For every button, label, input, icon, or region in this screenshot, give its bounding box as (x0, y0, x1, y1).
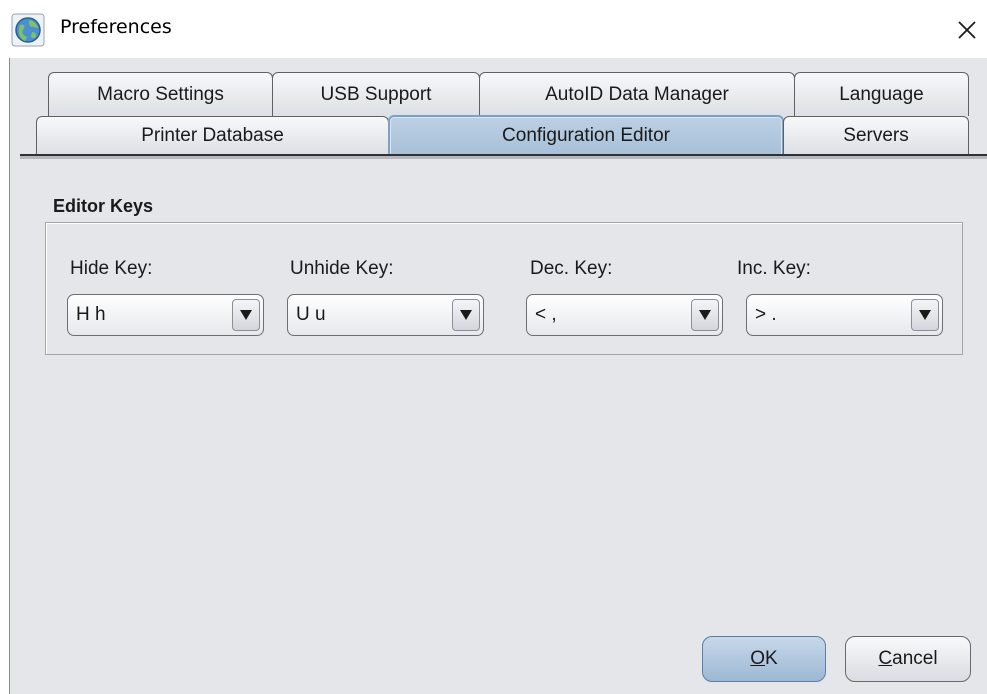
unhide-key-dropdown-button[interactable] (452, 299, 480, 331)
close-icon[interactable] (951, 12, 981, 46)
cancel-label-rest: ancel (892, 648, 938, 669)
unhide-key-combo[interactable]: U u (287, 294, 484, 336)
dec-key-combo[interactable]: < , (526, 294, 723, 336)
tab-configuration-editor[interactable]: Configuration Editor (388, 115, 784, 155)
hide-key-dropdown-button[interactable] (232, 299, 260, 331)
window-title: Preferences (60, 16, 172, 38)
cancel-button[interactable]: Cancel (845, 636, 971, 682)
unhide-key-label: Unhide Key: (290, 258, 394, 279)
tab-printer-database[interactable]: Printer Database (36, 116, 389, 155)
inc-key-value: > . (755, 304, 777, 325)
dec-key-label: Dec. Key: (530, 258, 613, 279)
tab-macro-settings[interactable]: Macro Settings (48, 72, 273, 116)
dec-key-value: < , (535, 304, 557, 325)
tab-panel-border-shadow (20, 156, 987, 159)
ok-mnemonic: O (750, 648, 766, 669)
tab-language[interactable]: Language (794, 72, 969, 116)
dec-key-dropdown-button[interactable] (691, 299, 719, 331)
inc-key-dropdown-button[interactable] (911, 299, 939, 331)
hide-key-value: H h (76, 304, 106, 325)
editor-keys-title: Editor Keys (53, 196, 154, 216)
window-left-edge (0, 58, 9, 694)
ok-button[interactable]: OK (702, 636, 826, 682)
tab-servers[interactable]: Servers (783, 116, 969, 155)
inc-key-label: Inc. Key: (737, 258, 811, 279)
title-bar: Preferences (0, 0, 987, 58)
triangle-down-icon (699, 310, 711, 320)
globe-app-icon (11, 13, 45, 47)
hide-key-combo[interactable]: H h (67, 294, 264, 336)
hide-key-label: Hide Key: (70, 258, 153, 279)
ok-label-rest: K (765, 648, 778, 669)
triangle-down-icon (240, 310, 252, 320)
triangle-down-icon (919, 310, 931, 320)
triangle-down-icon (460, 310, 472, 320)
tab-usb-support[interactable]: USB Support (272, 72, 480, 116)
inc-key-combo[interactable]: > . (746, 294, 943, 336)
tab-autoid-data-manager[interactable]: AutoID Data Manager (479, 72, 795, 116)
unhide-key-value: U u (296, 304, 326, 325)
cancel-mnemonic: C (878, 648, 893, 669)
